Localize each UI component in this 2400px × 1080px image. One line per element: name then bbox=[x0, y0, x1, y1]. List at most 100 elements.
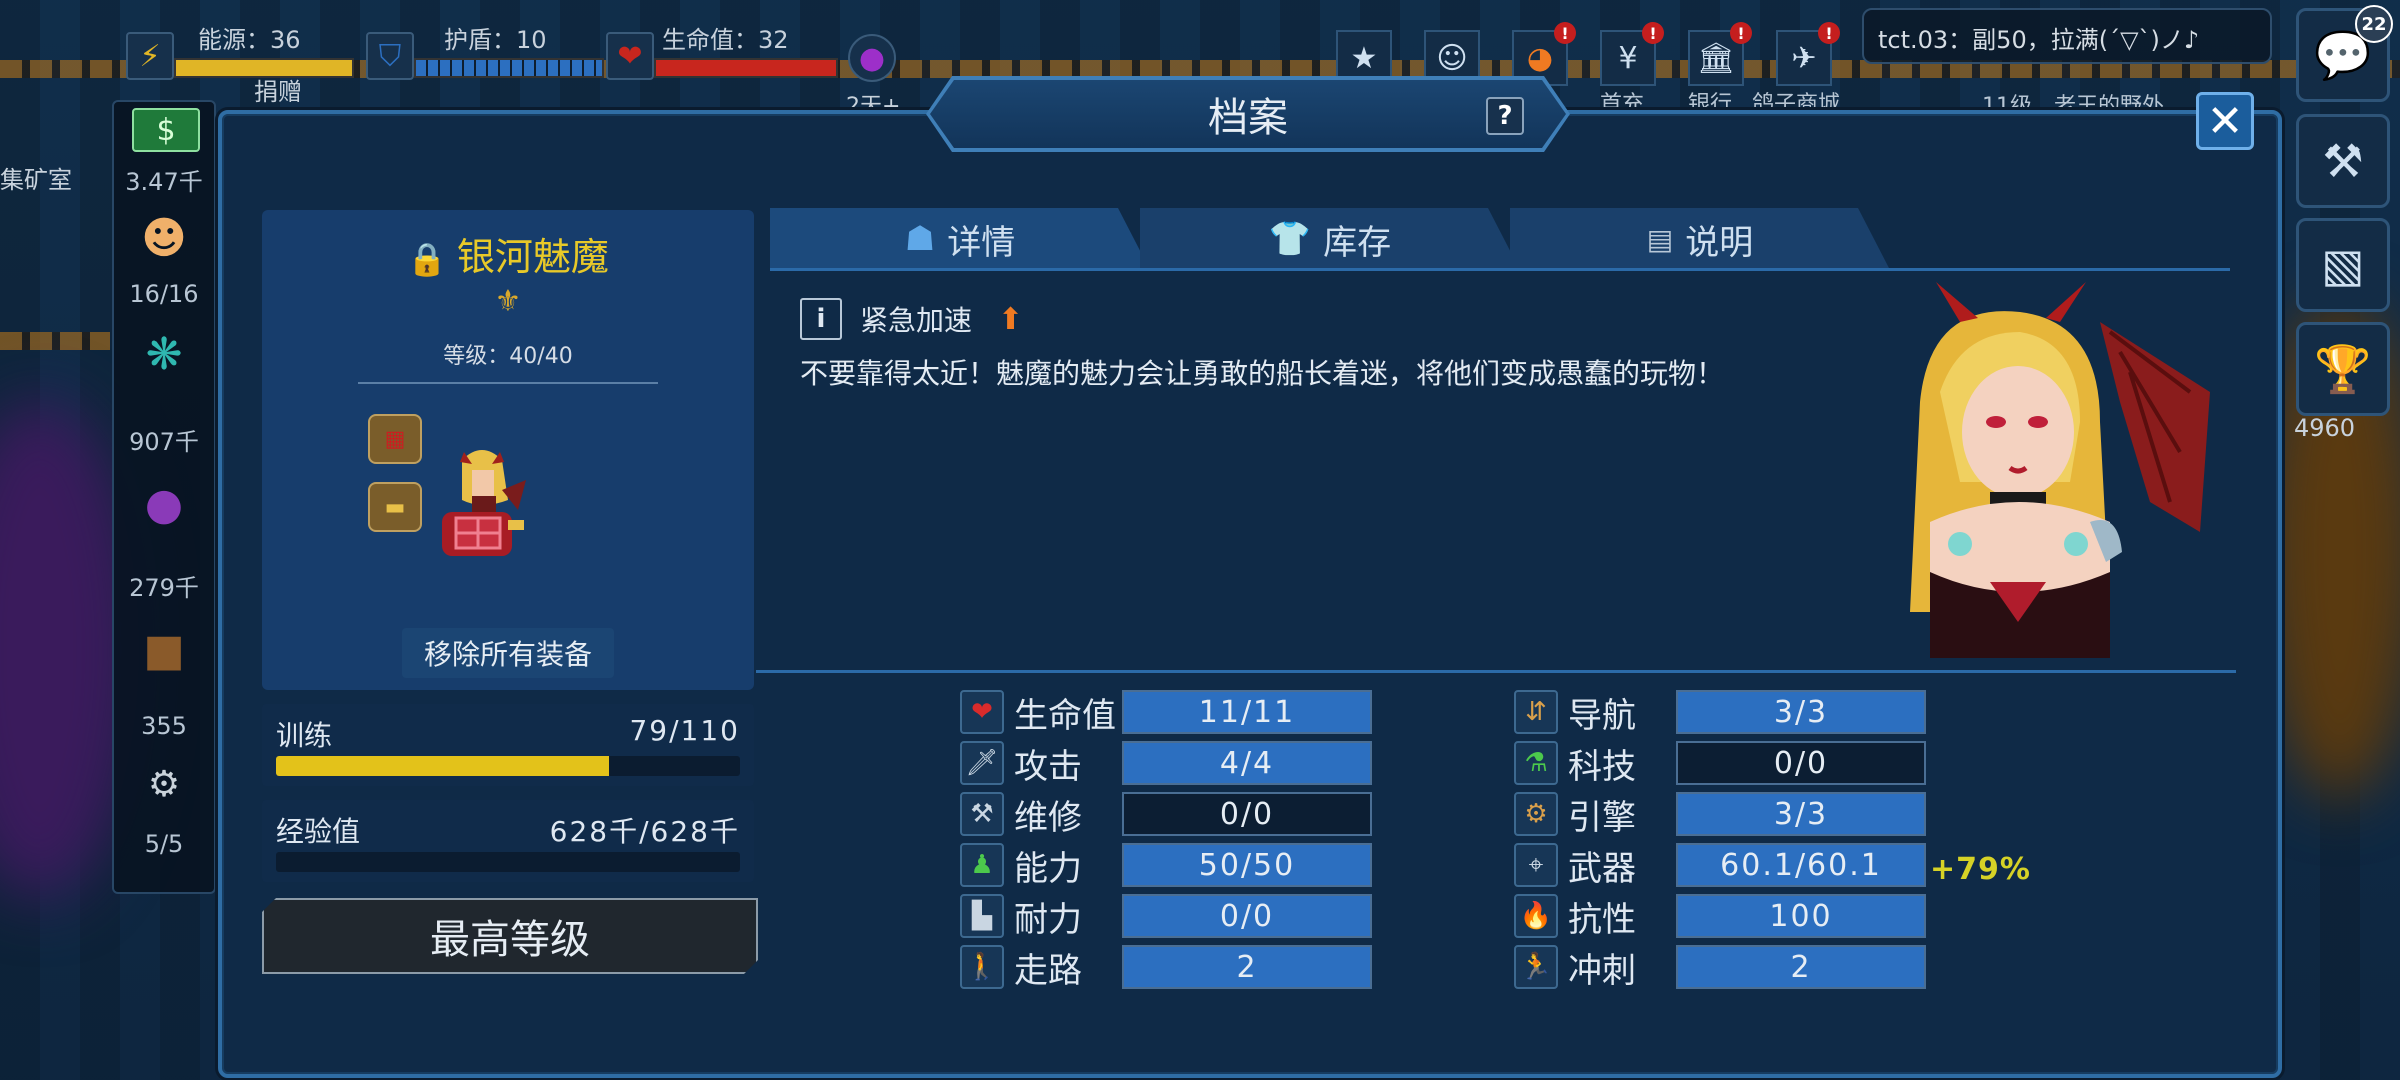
crew-icon[interactable]: ☻ bbox=[132, 206, 196, 270]
tab-description[interactable]: ▤ 说明 bbox=[1510, 208, 1890, 270]
stat-name: 走路 bbox=[1014, 950, 1082, 991]
rank-wings-icon: ⚜ bbox=[494, 284, 522, 319]
equipment-slot-2[interactable]: ▬ bbox=[368, 482, 422, 532]
upgrade-arrow-icon: ⬆ bbox=[998, 301, 1024, 337]
training-progress-bar bbox=[276, 756, 740, 776]
alert-badge: ! bbox=[1642, 22, 1664, 44]
training-value: 79/110 bbox=[629, 714, 740, 747]
background-stripe bbox=[0, 332, 110, 350]
bank-button[interactable]: 🏛! bbox=[1688, 22, 1752, 86]
tab-details[interactable]: ☗ 详情 bbox=[770, 208, 1150, 270]
equipment-slot-1[interactable]: ▦ bbox=[368, 414, 422, 464]
trophy-icon: 🏆 bbox=[2314, 341, 2372, 396]
lock-icon[interactable]: 🔒 bbox=[407, 240, 447, 278]
stat-row-sword: 🗡 攻击 4/4 bbox=[960, 741, 1372, 787]
walk-icon: 🚶 bbox=[960, 945, 1004, 989]
money-icon[interactable]: $ bbox=[132, 108, 200, 152]
character-sprite bbox=[442, 450, 526, 556]
stat-name: 冲刺 bbox=[1568, 950, 1636, 991]
engine-icon: ⚙ bbox=[1514, 792, 1558, 836]
build-button[interactable]: ⚒ bbox=[2296, 114, 2390, 208]
fire-icon: 🔥 bbox=[1514, 894, 1558, 938]
stat-name: 导航 bbox=[1568, 695, 1636, 736]
stat-value: 3/3 bbox=[1676, 690, 1926, 734]
pigeon-icon: ✈ bbox=[1791, 40, 1817, 76]
resource-column: $ 3.47千 ☻ 16/16 ❋ 907千 ● 279千 ■ 355 ⚙ 5/… bbox=[112, 100, 216, 894]
heart-icon: ❤ bbox=[960, 690, 1004, 734]
map-icon: ▧ bbox=[2321, 238, 2365, 292]
stat-row-fire: 🔥 抗性 100 bbox=[1514, 894, 1926, 940]
stat-row-flask: ⚗ 科技 0/0 bbox=[1514, 741, 1926, 787]
dialog-title: 档案 bbox=[930, 80, 1566, 148]
map-button[interactable]: ▧ bbox=[2296, 218, 2390, 312]
skill-row: i 紧急加速 ⬆ bbox=[800, 298, 1023, 340]
stat-name: 攻击 bbox=[1014, 746, 1082, 787]
stat-value: 11/11 bbox=[1122, 690, 1372, 734]
info-icon[interactable]: i bbox=[800, 298, 842, 340]
pigeon-shop-button[interactable]: ✈! bbox=[1776, 22, 1840, 86]
stat-value: 0/0 bbox=[1122, 792, 1372, 836]
alert-badge: ! bbox=[1554, 22, 1576, 44]
gear-item-icon: ▦ bbox=[384, 426, 406, 452]
trophy-button[interactable]: 🏆 bbox=[2296, 322, 2390, 416]
character-portrait bbox=[1910, 282, 2210, 658]
chat-preview[interactable]: tct.03：副50，拉满(´▽`)ノ♪ bbox=[1862, 8, 2272, 64]
shield-icon: ⛉ bbox=[366, 32, 414, 80]
stat-row-navigation: ⇵ 导航 3/3 bbox=[1514, 690, 1926, 736]
xp-panel: 经验值 628千/628千 bbox=[262, 800, 754, 882]
crate-icon[interactable]: ■ bbox=[132, 618, 196, 682]
stat-value: 0/0 bbox=[1676, 741, 1926, 785]
xp-progress-bar bbox=[276, 852, 740, 872]
energy-label: 能源：36 bbox=[198, 26, 301, 54]
hammer-icon: ⚒ bbox=[2322, 134, 2364, 188]
remove-all-equipment-button[interactable]: 移除所有装备 bbox=[402, 628, 614, 678]
divider bbox=[358, 382, 658, 384]
stat-row-hammer: ⚒ 维修 0/0 bbox=[960, 792, 1372, 838]
close-icon: ✕ bbox=[2206, 95, 2244, 147]
drone-icon[interactable]: ⚙ bbox=[132, 752, 196, 816]
stat-name: 抗性 bbox=[1568, 899, 1636, 940]
help-button[interactable]: ? bbox=[1486, 97, 1524, 135]
alert-badge: ! bbox=[1818, 22, 1840, 44]
close-button[interactable]: ✕ bbox=[2196, 92, 2254, 150]
energy-icon: ⚡ bbox=[126, 32, 174, 80]
stat-value: 100 bbox=[1676, 894, 1926, 938]
first-recharge-button[interactable]: ¥! bbox=[1600, 22, 1664, 86]
stat-row-dash: 🏃 冲刺 2 bbox=[1514, 945, 1926, 991]
stat-name: 生命值 bbox=[1014, 695, 1116, 736]
skill-name: 紧急加速 bbox=[860, 304, 973, 337]
stat-name: 科技 bbox=[1568, 746, 1636, 787]
character-description: 不要靠得太近！魅魔的魅力会让勇敢的船长着迷，将他们变成愚蠢的玩物！ bbox=[800, 357, 1725, 390]
character-card: 🔒 银河魅魔 ⚜ 等级：40/40 ▦ ▬ 移除所有装备 bbox=[262, 210, 754, 690]
chat-button[interactable]: 💬 22 bbox=[2296, 5, 2393, 102]
training-progress-fill bbox=[276, 756, 610, 776]
training-panel: 训练 79/110 bbox=[262, 704, 754, 786]
training-label: 训练 bbox=[276, 719, 333, 752]
character-name-row: 🔒 银河魅魔 bbox=[262, 226, 754, 281]
mine-room-label: 集矿室 bbox=[0, 166, 72, 194]
stat-name: 耐力 bbox=[1014, 899, 1082, 940]
stat-row-heart: ❤ 生命值 11/11 bbox=[960, 690, 1372, 736]
orb-icon[interactable]: ● bbox=[132, 472, 196, 536]
stat-row-engine: ⚙ 引擎 3/3 bbox=[1514, 792, 1926, 838]
tab-bar: ☗ 详情 👕 库存 ▤ 说明 bbox=[770, 208, 2230, 270]
gear-item-icon: ▬ bbox=[384, 494, 406, 520]
xp-value: 628千/628千 bbox=[549, 815, 740, 848]
heart-icon: ❤ bbox=[606, 32, 654, 80]
document-icon: ▤ bbox=[1646, 222, 1674, 256]
tab-label: 库存 bbox=[1323, 222, 1392, 263]
crystal-icon[interactable]: ❋ bbox=[132, 322, 196, 386]
stat-value: 60.1/60.1 bbox=[1676, 843, 1926, 887]
donate-button[interactable]: 捐赠 bbox=[254, 72, 302, 107]
crate-value: 355 bbox=[141, 712, 187, 740]
character-level: 等级：40/40 bbox=[443, 344, 573, 369]
stat-value: 0/0 bbox=[1122, 894, 1372, 938]
chat-badge: 22 bbox=[2355, 5, 2393, 43]
shield-bar bbox=[414, 58, 604, 78]
crosshair-icon: ⌖ bbox=[1514, 843, 1558, 887]
portal-icon[interactable]: ● bbox=[848, 34, 896, 82]
tab-inventory[interactable]: 👕 库存 bbox=[1140, 208, 1520, 270]
flask-icon: ⚗ bbox=[1514, 741, 1558, 785]
max-level-button[interactable]: 最高等级 bbox=[262, 898, 758, 974]
stat-row-crosshair: ⌖ 武器 60.1/60.1 bbox=[1514, 843, 1926, 889]
